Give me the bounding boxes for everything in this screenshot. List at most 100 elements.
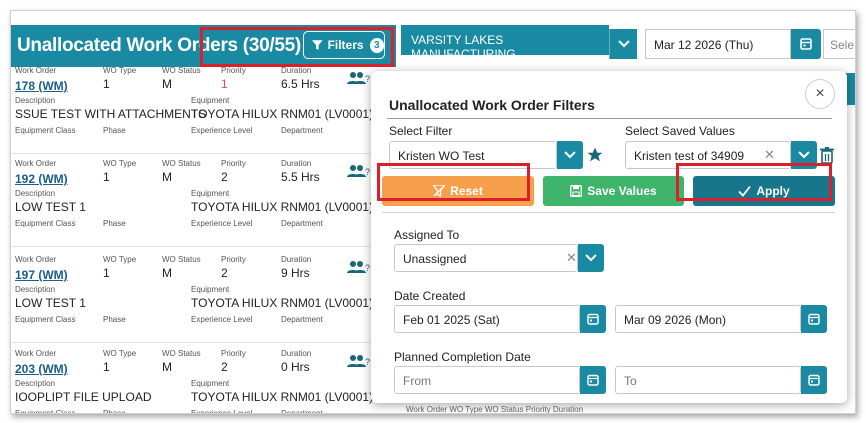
duration-value: 5.5 Hrs [281, 170, 320, 184]
chevron-down-icon [585, 254, 597, 262]
date-created-to-calendar[interactable] [801, 305, 827, 333]
assign-users-icon[interactable]: ? [347, 354, 371, 370]
experience-level-label: Experience Level [191, 126, 253, 135]
description-value: LOW TEST 1 [15, 296, 86, 310]
calendar-button[interactable] [791, 29, 821, 59]
calendar-icon [800, 38, 812, 50]
chevron-down-icon [564, 151, 576, 159]
select-filter-label: Select Filter [389, 124, 453, 138]
description-value: LOW TEST 1 [15, 200, 86, 214]
description-label: Description [15, 96, 56, 105]
background-column-headers: Work Order WO Type WO Status Priority Du… [406, 405, 584, 414]
wo-type-label: WO Type [103, 66, 137, 75]
select-filter-dropdown[interactable] [557, 141, 583, 169]
wo-type-value: 1 [103, 77, 110, 91]
duration-value: 6.5 Hrs [281, 77, 320, 91]
svg-text:?: ? [365, 74, 370, 84]
date-created-from-input[interactable]: Feb 01 2025 (Sat) [394, 305, 580, 333]
description-value: IOOPLIPT FILE UPLOAD [15, 390, 152, 404]
close-button[interactable]: × [805, 79, 835, 109]
save-icon [570, 185, 583, 197]
save-values-label: Save Values [587, 184, 657, 198]
priority-value: 2 [221, 170, 228, 184]
company-select[interactable]: VARSITY LAKES MANUFACTURING [401, 25, 609, 61]
svg-text:?: ? [365, 357, 370, 367]
card-divider [11, 342, 396, 343]
divider [387, 118, 832, 119]
phase-label: Phase [103, 409, 126, 414]
equipment-value: TOYOTA HILUX RNM01 (LV0001) [191, 107, 374, 121]
modal-title: Unallocated Work Order Filters [389, 97, 595, 113]
equipment-value: TOYOTA HILUX RNM01 (LV0001) [191, 296, 374, 310]
select-field[interactable]: Sele [823, 29, 855, 59]
duration-label: Duration [281, 255, 312, 264]
planned-from-input[interactable]: From [394, 366, 580, 394]
date-created-to-input[interactable]: Mar 09 2026 (Mon) [615, 305, 801, 333]
equipment-class-label: Equipment Class [15, 409, 76, 414]
equipment-class-label: Equipment Class [15, 126, 76, 135]
description-value: SSUE TEST WITH ATTACHMENTS [15, 107, 207, 121]
assign-users-icon[interactable]: ? [347, 260, 371, 276]
app-frame: Unallocated Work Orders (30/55) Filters … [10, 10, 856, 414]
calendar-icon [587, 313, 599, 325]
work-order-card[interactable]: Work Order WO Type WO Status Priority Durati… [11, 254, 396, 350]
assigned-to-label: Assigned To [394, 228, 460, 242]
assigned-to-input[interactable]: Unassigned [394, 244, 578, 272]
date-field[interactable]: Mar 12 2026 (Thu) [645, 29, 791, 59]
date-created-from-calendar[interactable] [580, 305, 606, 333]
wo-status-value: M [162, 77, 172, 91]
work-order-label: Work Order [15, 349, 57, 358]
calendar-icon [587, 374, 599, 386]
wo-status-label: WO Status [162, 66, 201, 75]
work-order-card[interactable]: Work Order WO Type WO Status Priority Durati… [11, 158, 396, 254]
work-order-link[interactable]: 203 (WM) [15, 362, 68, 376]
star-icon[interactable] [586, 146, 604, 164]
chevron-down-icon [618, 40, 630, 48]
wo-type-label: WO Type [103, 255, 137, 264]
save-values-button[interactable]: Save Values [543, 176, 684, 206]
duration-label: Duration [281, 66, 312, 75]
work-order-label: Work Order [15, 66, 57, 75]
phase-label: Phase [103, 219, 126, 228]
assigned-to-dropdown[interactable] [578, 244, 604, 272]
wo-type-value: 1 [103, 360, 110, 374]
assign-users-icon[interactable]: ? [347, 71, 371, 87]
saved-values-label: Select Saved Values [625, 124, 735, 138]
wo-type-label: WO Type [103, 349, 137, 358]
work-order-label: Work Order [15, 159, 57, 168]
work-order-link[interactable]: 178 (WM) [15, 79, 68, 93]
wo-type-value: 1 [103, 170, 110, 184]
clear-icon[interactable]: ✕ [566, 250, 577, 266]
company-dropdown-button[interactable] [609, 29, 637, 59]
work-order-card[interactable]: Work Order WO Type WO Status Priority Durati… [11, 65, 396, 161]
planned-to-calendar[interactable] [801, 366, 827, 394]
svg-text:?: ? [365, 167, 370, 177]
work-order-link[interactable]: 197 (WM) [15, 268, 68, 282]
planned-to-input[interactable]: To [615, 366, 801, 394]
department-label: Department [281, 409, 323, 414]
phase-label: Phase [103, 126, 126, 135]
wo-status-value: M [162, 170, 172, 184]
date-created-label: Date Created [394, 289, 466, 303]
calendar-icon [808, 374, 820, 386]
equipment-value: TOYOTA HILUX RNM01 (LV0001) [191, 390, 374, 404]
priority-label: Priority [221, 159, 246, 168]
equipment-label: Equipment [191, 189, 230, 198]
highlight-box-reset [377, 163, 530, 201]
wo-status-value: M [162, 360, 172, 374]
duration-value: 9 Hrs [281, 266, 310, 280]
description-label: Description [15, 189, 56, 198]
priority-value: 2 [221, 360, 228, 374]
experience-level-label: Experience Level [191, 315, 253, 324]
work-order-card[interactable]: Work Order WO Type WO Status Priority Durati… [11, 348, 396, 414]
wo-status-label: WO Status [162, 349, 201, 358]
work-order-link[interactable]: 192 (WM) [15, 172, 68, 186]
equipment-label: Equipment [191, 379, 230, 388]
planned-from-calendar[interactable] [580, 366, 606, 394]
trash-icon[interactable] [819, 146, 835, 164]
assign-users-icon[interactable]: ? [347, 164, 371, 180]
clear-icon[interactable]: ✕ [764, 147, 775, 163]
experience-level-label: Experience Level [191, 409, 253, 414]
equipment-value: TOYOTA HILUX RNM01 (LV0001) [191, 200, 374, 214]
card-divider [11, 153, 396, 154]
